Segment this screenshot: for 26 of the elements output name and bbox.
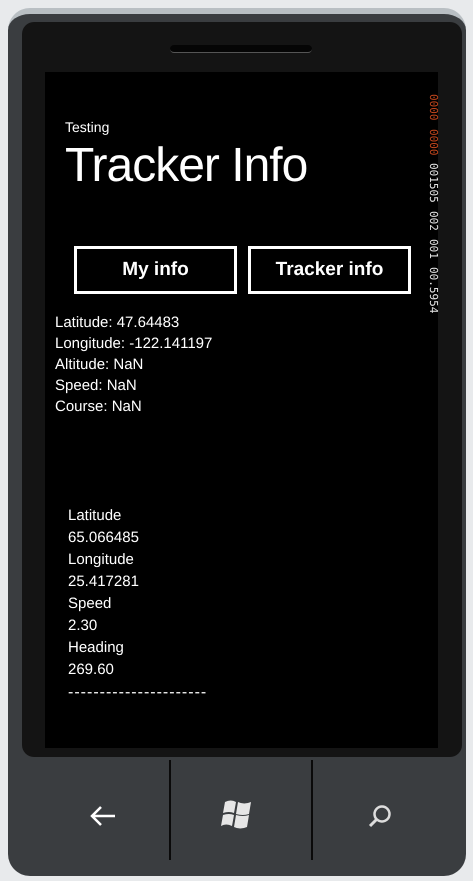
info-button[interactable]: My info xyxy=(74,246,237,294)
dashed-separator: ---------------------- xyxy=(68,683,208,703)
frame-rate-counter: 0000 xyxy=(427,128,439,155)
frame-rate-counter: 002 xyxy=(427,210,439,231)
tracker-info-line: 65.066485 xyxy=(68,528,139,548)
info-button[interactable]: Tracker info xyxy=(248,246,411,294)
app-subtitle: Testing xyxy=(65,118,110,136)
tracker-info-line: 269.60 xyxy=(68,660,114,680)
frame-rate-counter: 001505 xyxy=(427,163,439,203)
location-info-line: Course: NaN xyxy=(55,397,142,417)
back-arrow-icon[interactable] xyxy=(89,805,117,827)
frame-rate-counter: 00.5954 xyxy=(427,266,439,313)
location-info-line: Speed: NaN xyxy=(55,376,137,396)
tracker-info-line: Longitude xyxy=(68,550,134,570)
tracker-info-line: Latitude xyxy=(68,506,122,526)
frame-rate-counter: 001 xyxy=(427,238,439,258)
tracker-info-line: Speed xyxy=(68,594,112,614)
tracker-info-line: 2.30 xyxy=(68,616,98,636)
tracker-info-line: 25.417281 xyxy=(68,572,139,592)
page-title: Tracker Info xyxy=(65,138,308,194)
location-info-line: Latitude: 47.64483 xyxy=(55,313,180,333)
search-icon[interactable] xyxy=(367,803,393,829)
location-info-line: Longitude: -122.141197 xyxy=(55,334,212,354)
frame-rate-counter: 0000 xyxy=(427,94,439,120)
location-info-line: Altitude: NaN xyxy=(55,355,144,375)
tracker-info-line: Heading xyxy=(68,638,124,658)
